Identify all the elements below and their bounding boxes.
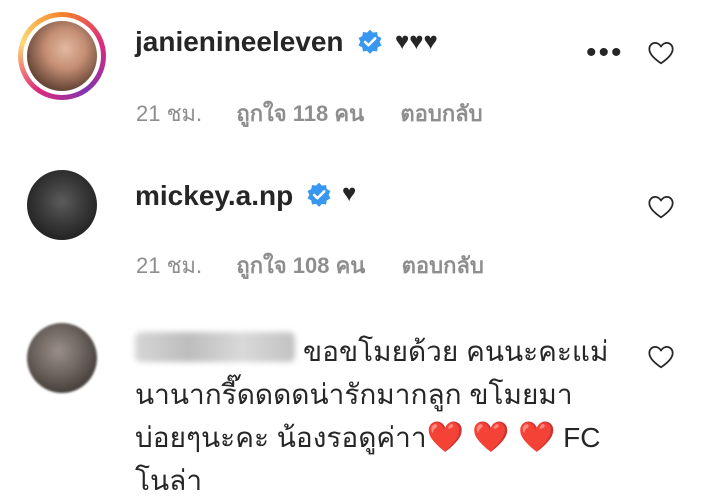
- comment-meta: 21 ชม. ถูกใจ 108 คน ตอบกลับ: [136, 248, 484, 283]
- heart-outline-icon[interactable]: [647, 344, 675, 372]
- comment-line-4: โนล่า: [135, 465, 203, 496]
- comment-line-1: ขอขโมยด้วย คนนะคะแม่: [303, 336, 609, 367]
- avatar[interactable]: [27, 323, 97, 393]
- verified-badge-icon: [358, 29, 382, 54]
- reply-button[interactable]: ตอบกลับ: [402, 253, 484, 278]
- comment-text: ♥: [342, 180, 357, 207]
- heart-outline-icon[interactable]: [647, 194, 675, 222]
- comment-text: ♥♥♥: [395, 28, 438, 55]
- avatar-ring-inner: [23, 17, 101, 95]
- avatar: [27, 21, 97, 91]
- more-options-icon[interactable]: •••: [586, 38, 624, 68]
- red-heart-emoji-icon: ❤️ ❤️ ❤️: [426, 421, 556, 454]
- comment-line-2: นานากรี๊ดดดดน่ารักมากลูก ขโมยมา: [135, 379, 573, 410]
- comment-username[interactable]: janienineeleven: [135, 26, 344, 58]
- comment-username[interactable]: mickey.a.np: [135, 180, 293, 212]
- comment-line-3-suffix: FC: [555, 422, 601, 453]
- comment-text: ขอขโมยด้วย คนนะคะแม่ นานากรี๊ดดดดน่ารักม…: [135, 330, 635, 502]
- verified-badge-icon: [307, 182, 331, 207]
- reply-button[interactable]: ตอบกลับ: [400, 101, 482, 126]
- avatar[interactable]: [27, 170, 97, 240]
- heart-outline-icon[interactable]: [647, 40, 675, 68]
- comment-likes[interactable]: ถูกใจ 108 คน: [236, 253, 365, 278]
- comment-likes[interactable]: ถูกใจ 118 คน: [236, 101, 364, 126]
- comment-time[interactable]: 21 ชม.: [136, 101, 202, 126]
- comment-meta: 21 ชม. ถูกใจ 118 คน ตอบกลับ: [136, 96, 483, 131]
- comment-line-3: บ่อยๆนะคะ น้องรอดูค่าา: [135, 422, 427, 453]
- comment-time[interactable]: 21 ชม.: [136, 253, 202, 278]
- avatar-story-ring[interactable]: [18, 12, 106, 100]
